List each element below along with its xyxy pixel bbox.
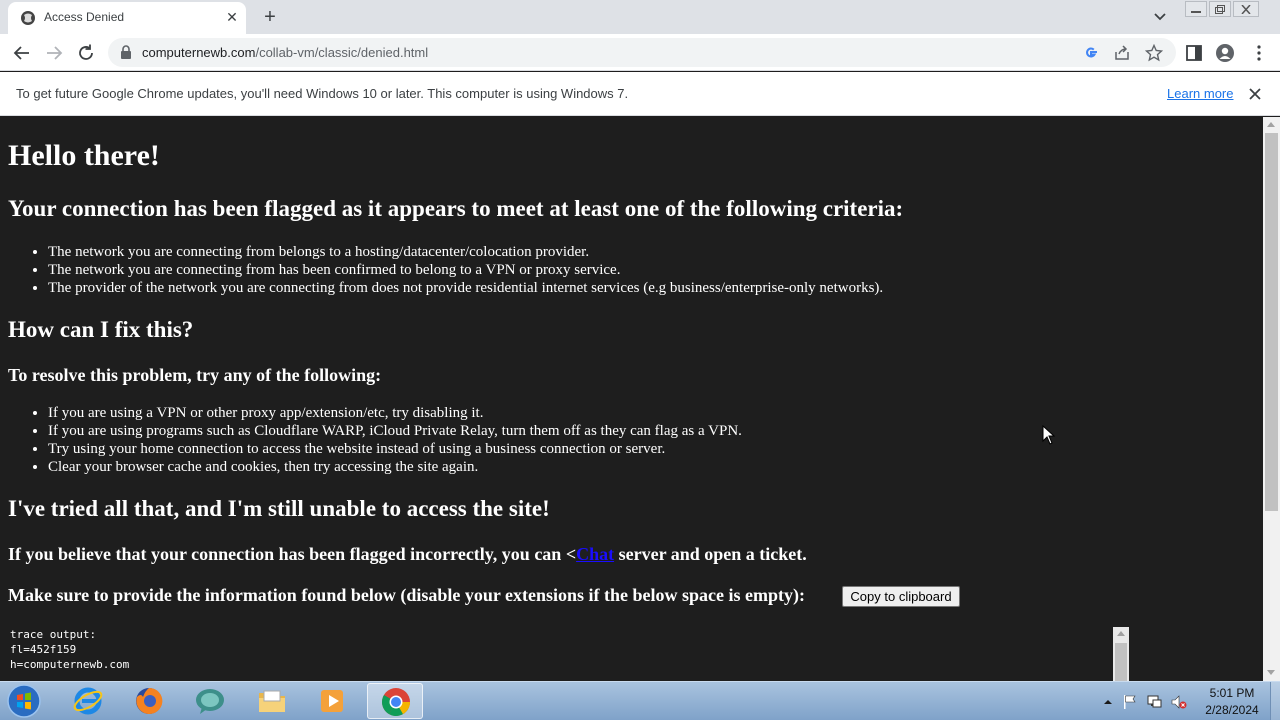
infobar-close-icon[interactable] (1246, 85, 1264, 103)
reload-icon[interactable] (75, 42, 97, 64)
incorrect-suffix: server and open a ticket. (614, 544, 807, 564)
scrollbar-thumb[interactable] (1265, 133, 1278, 511)
page-scrollbar[interactable] (1263, 117, 1280, 681)
update-infobar: To get future Google Chrome updates, you… (0, 72, 1280, 116)
site-favicon-icon (21, 11, 35, 25)
address-bar[interactable]: computernewb.com/collab-vm/classic/denie… (108, 38, 1176, 67)
minimize-button[interactable] (1185, 1, 1207, 17)
list-item: The network you are connecting from has … (48, 261, 883, 279)
browser-toolbar: computernewb.com/collab-vm/classic/denie… (0, 34, 1280, 71)
scroll-down-arrow-icon[interactable] (1267, 670, 1275, 675)
tab-access-denied[interactable]: Access Denied ✕ (8, 2, 246, 34)
side-panel-icon[interactable] (1184, 43, 1204, 63)
fix-heading: How can I fix this? (8, 317, 194, 342)
chrome-menu-icon[interactable] (1249, 43, 1269, 63)
action-center-flag-icon[interactable] (1122, 694, 1138, 710)
taskbar-chat-app[interactable] (182, 683, 238, 719)
learn-more-link[interactable]: Learn more (1167, 86, 1233, 101)
scroll-up-arrow-icon[interactable] (1267, 122, 1275, 127)
url-path: /collab-vm/classic/denied.html (255, 45, 429, 60)
internet-explorer-icon (73, 687, 103, 715)
tab-search-icon[interactable] (1150, 8, 1170, 26)
tab-close-icon[interactable]: ✕ (224, 10, 240, 26)
start-orb-icon[interactable] (4, 683, 44, 719)
list-item: If you are using programs such as Cloudf… (48, 422, 742, 440)
media-player-icon (321, 690, 343, 712)
taskbar-internet-explorer[interactable] (60, 683, 116, 719)
list-item: Try using your home connection to access… (48, 440, 742, 458)
back-arrow-icon[interactable] (11, 42, 33, 64)
mouse-cursor-icon (1042, 425, 1056, 445)
incorrect-flag-text: If you believe that your connection has … (8, 544, 807, 565)
trace-line: fl=452f159 (10, 643, 77, 656)
folder-icon (259, 690, 285, 712)
firefox-icon (136, 687, 163, 714)
tab-title: Access Denied (44, 10, 125, 24)
provide-info-text: Make sure to provide the information fou… (8, 585, 806, 605)
scroll-up-arrow-icon[interactable] (1117, 631, 1125, 636)
incorrect-prefix: If you believe that your connection has … (8, 544, 577, 564)
show-desktop-button[interactable] (1270, 682, 1280, 720)
share-icon[interactable] (1113, 44, 1131, 62)
list-item: The network you are connecting from belo… (48, 243, 883, 261)
greeting-heading: Hello there! (8, 139, 160, 172)
profile-avatar-icon[interactable] (1215, 43, 1235, 63)
close-window-button[interactable] (1233, 1, 1259, 17)
chat-link[interactable]: Chat (576, 544, 614, 564)
flagged-heading: Your connection has been flagged as it a… (8, 196, 904, 221)
restore-button[interactable] (1209, 1, 1231, 17)
list-item: The provider of the network you are conn… (48, 279, 883, 297)
trace-line: trace output: (10, 628, 97, 641)
list-item: If you are using a VPN or other proxy ap… (48, 404, 742, 422)
trace-scrollbar[interactable] (1113, 627, 1129, 681)
taskbar-chrome[interactable] (367, 683, 423, 719)
trace-line: h=computernewb.com (10, 658, 130, 671)
chrome-icon (382, 688, 410, 716)
new-tab-button[interactable]: + (259, 6, 281, 28)
list-item: Clear your browser cache and cookies, th… (48, 458, 742, 476)
criteria-list: The network you are connecting from belo… (48, 243, 883, 297)
tried-heading: I've tried all that, and I'm still unabl… (8, 496, 550, 521)
url-text[interactable]: computernewb.com/collab-vm/classic/denie… (142, 45, 428, 60)
forward-arrow-icon[interactable] (43, 42, 65, 64)
page-content: Hello there! Your connection has been fl… (0, 117, 1263, 681)
windows-taskbar: 5:01 PM 2/28/2024 (0, 681, 1280, 720)
taskbar-file-explorer[interactable] (244, 683, 300, 719)
fixes-list: If you are using a VPN or other proxy ap… (48, 404, 742, 476)
resolve-heading: To resolve this problem, try any of the … (8, 365, 382, 385)
scrollbar-thumb[interactable] (1115, 643, 1127, 681)
copy-to-clipboard-button[interactable]: Copy to clipboard (842, 586, 960, 607)
bookmark-star-icon[interactable] (1145, 44, 1163, 62)
clock-time[interactable]: 5:01 PM (1202, 686, 1262, 700)
lock-icon[interactable] (120, 45, 132, 59)
clock-date[interactable]: 2/28/2024 (1196, 703, 1268, 717)
volume-muted-icon[interactable] (1171, 694, 1187, 710)
taskbar-media-player[interactable] (305, 683, 361, 719)
network-icon[interactable] (1146, 694, 1162, 710)
google-lens-icon[interactable] (1082, 44, 1100, 62)
infobar-message: To get future Google Chrome updates, you… (16, 86, 629, 101)
tab-strip: Access Denied ✕ + (0, 0, 1280, 34)
taskbar-firefox[interactable] (121, 683, 177, 719)
trace-output[interactable]: trace output: fl=452f159 h=computernewb.co… (10, 627, 129, 672)
show-hidden-icons-arrow-icon[interactable] (1100, 694, 1116, 710)
url-host: computernewb.com (142, 45, 256, 60)
chat-app-icon (196, 689, 224, 714)
